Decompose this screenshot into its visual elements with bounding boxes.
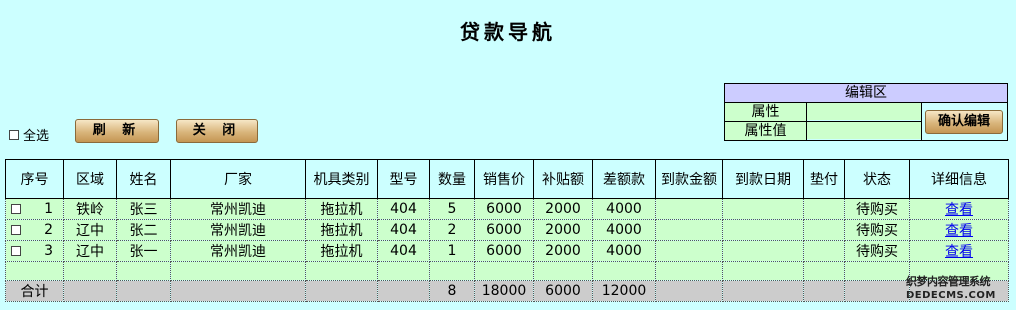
col-header: 型号 [377,159,430,199]
watermark-line1: 织梦内容管理系统 [906,275,991,288]
cell-name: 张一 [116,240,171,262]
table-row: 2 辽中 张二 常州凯迪 拖拉机 404 2 6000 2000 4000 待购… [5,219,1009,241]
table-header-row: 序号 区域 姓名 厂家 机具类别 型号 数量 销售价 补贴额 差额款 到款金额 … [5,159,1009,199]
table-total-row: 合计 8 18000 6000 12000 [5,280,1009,302]
cell-maker: 常州凯迪 [170,219,306,241]
total-qty: 8 [429,280,475,302]
cell-paid-amount [655,240,723,262]
col-header: 详细信息 [909,159,1009,199]
cell-advance [803,240,845,262]
view-detail-link[interactable]: 查看 [945,202,973,218]
col-header: 销售价 [474,159,534,199]
col-header: 机具类别 [305,159,378,199]
col-header: 到款金额 [655,159,723,199]
edit-panel: 编辑区 属性 属性值 确认编辑 [724,83,1008,141]
cell-type: 拖拉机 [305,219,378,241]
view-detail-link[interactable]: 查看 [945,223,973,239]
cell-region: 辽中 [63,240,117,262]
attr-label: 属性 [725,103,806,121]
row-checkbox[interactable] [11,246,21,256]
total-price: 18000 [474,280,534,302]
cell-diff: 4000 [592,219,656,241]
col-header: 序号 [5,159,64,199]
cell-name: 张三 [116,198,171,220]
cell-type: 拖拉机 [305,198,378,220]
cell-qty: 2 [429,219,475,241]
attr-value-label: 属性值 [725,122,806,140]
col-header: 状态 [844,159,910,199]
cell-name: 张二 [116,219,171,241]
select-all[interactable]: 全选 [9,125,49,144]
cell-advance [803,198,845,220]
cell-diff: 4000 [592,198,656,220]
close-button[interactable]: 关 闭 [176,119,258,143]
col-header: 补贴额 [533,159,593,199]
col-header: 数量 [429,159,475,199]
table-row-empty [5,261,1009,281]
cell-subsidy: 2000 [533,198,593,220]
col-header: 姓名 [116,159,171,199]
row-checkbox[interactable] [11,225,21,235]
col-header: 区域 [63,159,117,199]
attr-value-row: 属性值 [725,122,921,140]
cell-price: 6000 [474,198,534,220]
attr-row: 属性 [725,103,921,122]
cell-diff: 4000 [592,240,656,262]
cell-status: 待购买 [844,219,910,241]
cell-price: 6000 [474,219,534,241]
cell-region: 辽中 [63,219,117,241]
cell-model: 404 [377,198,430,220]
cell-status: 待购买 [844,198,910,220]
view-detail-link[interactable]: 查看 [945,244,973,260]
total-diff: 12000 [592,280,656,302]
select-all-checkbox[interactable] [9,129,19,140]
row-checkbox[interactable] [11,204,21,214]
refresh-button[interactable]: 刷 新 [75,119,159,143]
confirm-edit-button[interactable]: 确认编辑 [925,110,1003,134]
watermark-line2: DEDECMS.COM [906,290,996,301]
cell-subsidy: 2000 [533,219,593,241]
col-header: 厂家 [170,159,306,199]
cell-paid-amount [655,219,723,241]
cell-model: 404 [377,219,430,241]
cell-paid-date [722,198,804,220]
cell-qty: 5 [429,198,475,220]
total-subsidy: 6000 [533,280,593,302]
row-index: 2 [44,222,53,238]
watermark-logo: 织梦内容管理系统 DEDECMS.COM [906,275,1010,305]
loan-table: 序号 区域 姓名 厂家 机具类别 型号 数量 销售价 补贴额 差额款 到款金额 … [5,159,1009,302]
cell-qty: 1 [429,240,475,262]
divider [921,103,922,141]
row-index: 3 [44,243,53,259]
select-all-label: 全选 [23,129,50,144]
cell-status: 待购买 [844,240,910,262]
col-header: 垫付 [803,159,845,199]
col-header: 差额款 [592,159,656,199]
cell-subsidy: 2000 [533,240,593,262]
row-index: 1 [44,201,53,217]
cell-maker: 常州凯迪 [170,240,306,262]
cell-paid-date [722,240,804,262]
cell-maker: 常州凯迪 [170,198,306,220]
table-row: 3 辽中 张一 常州凯迪 拖拉机 404 1 6000 2000 4000 待购… [5,240,1009,262]
total-label: 合计 [5,280,64,302]
table-row: 1 铁岭 张三 常州凯迪 拖拉机 404 5 6000 2000 4000 待购… [5,198,1009,220]
page-title: 贷款导航 [460,20,556,44]
cell-advance [803,219,845,241]
cell-paid-amount [655,198,723,220]
cell-paid-date [722,219,804,241]
cell-region: 铁岭 [63,198,117,220]
cell-model: 404 [377,240,430,262]
attr-value-input[interactable] [807,122,921,139]
col-header: 到款日期 [722,159,804,199]
cell-type: 拖拉机 [305,240,378,262]
edit-panel-title: 编辑区 [725,84,1007,103]
attr-input[interactable] [807,103,921,120]
cell-price: 6000 [474,240,534,262]
